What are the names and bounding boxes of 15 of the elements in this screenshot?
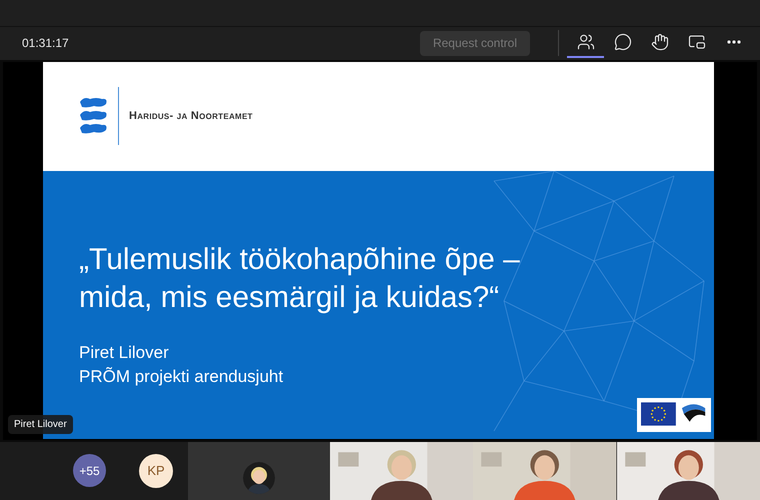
- presenter-role: PRÕM projekti arendusjuht: [79, 366, 284, 388]
- participant-avatar: KP: [139, 454, 173, 488]
- flag-wing-icon: [680, 402, 707, 424]
- call-timer: 01:31:17: [22, 35, 69, 52]
- slide-title: „Tulemuslik töökohapõhine õpe – mida, mis eesmärgil ja kuidas?“: [79, 242, 521, 316]
- more-icon: [726, 40, 740, 44]
- presenter-name: Piret Lilover: [79, 342, 170, 364]
- hand-icon: [650, 33, 668, 52]
- more-participants-badge[interactable]: +55: [73, 454, 106, 488]
- eu-flag-icon: [641, 402, 676, 426]
- chat-icon: [614, 33, 632, 52]
- window-icon: [688, 33, 706, 52]
- organization-name: Haridus- ja Noorteamet: [129, 108, 253, 124]
- participants-icon: [576, 33, 594, 52]
- name-tag: Piret Lilover: [8, 414, 73, 434]
